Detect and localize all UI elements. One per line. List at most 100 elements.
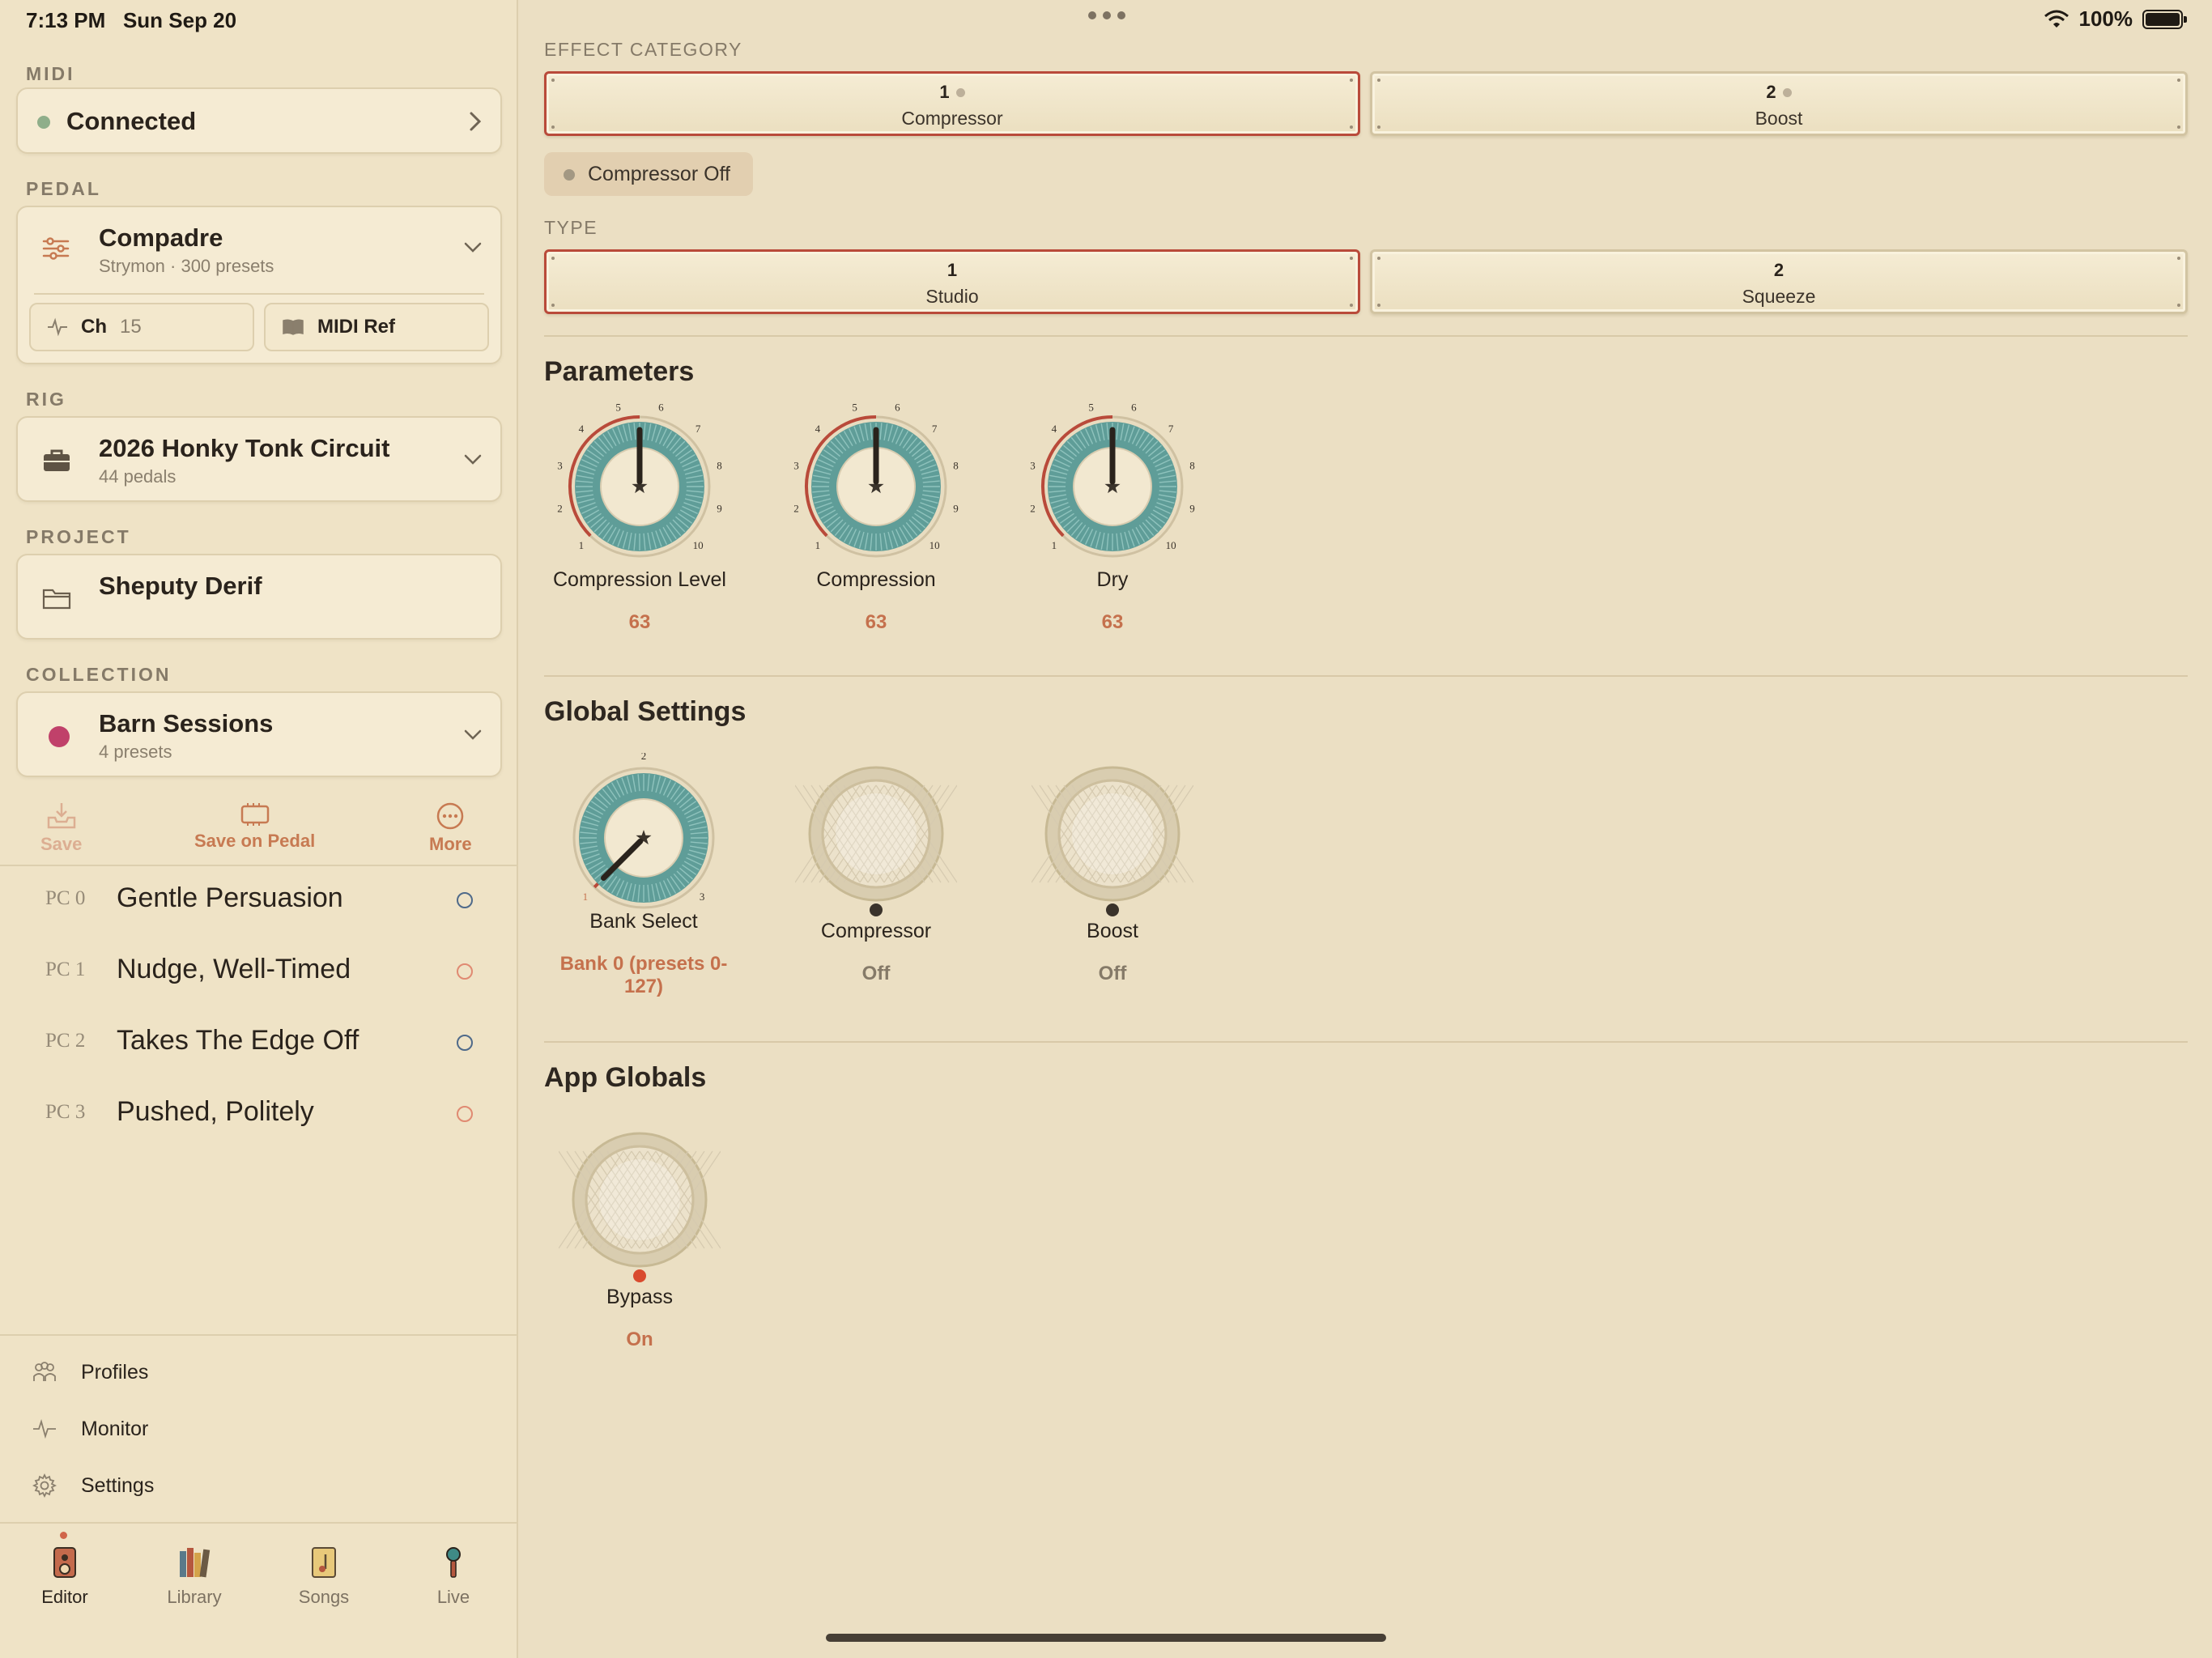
preset-row[interactable]: PC 0 Gentle Persuasion (0, 866, 518, 937)
battery-percent: 100% (2078, 6, 2133, 31)
status-led (633, 1269, 646, 1282)
boost-switch[interactable]: Boost Off (1015, 761, 1210, 985)
nav-profiles[interactable]: Profiles (32, 1360, 148, 1384)
battery-icon (2142, 9, 2187, 29)
footswitch[interactable] (1032, 761, 1193, 923)
knob-scale-label: 2 (793, 502, 799, 514)
preset-pc-number: PC 2 (45, 1030, 86, 1052)
knob-scale-label: 1 (579, 539, 585, 551)
chevron-right-icon (470, 112, 482, 131)
tab-songs[interactable]: Songs (275, 1546, 372, 1608)
switch-name: Bypass (606, 1286, 673, 1308)
bank-select-knob[interactable]: 1 2 3 Bank Select Bank 0 (presets 0-127) (542, 753, 745, 998)
multitasking-dots-icon[interactable] (1088, 11, 1125, 19)
bypass-switch[interactable]: Bypass On (542, 1127, 737, 1351)
knob-scale-label: 9 (1189, 502, 1195, 514)
preset-row[interactable]: PC 2 Takes The Edge Off (0, 1009, 518, 1080)
footswitch[interactable] (795, 761, 957, 923)
briefcase-icon (44, 449, 70, 471)
type-label: TYPE (544, 217, 598, 238)
compression-knob[interactable]: 1 2 3 4 5 6 7 8 9 10 Compression 63 (779, 402, 973, 634)
knob-scale-label: 5 (1088, 402, 1094, 413)
segment-number: 2 (1773, 260, 1784, 280)
tab-library[interactable]: Library (146, 1546, 243, 1608)
preset-status-ring (457, 963, 473, 980)
collection-section-label: COLLECTION (26, 664, 172, 685)
knob-scale-label: 10 (1166, 539, 1176, 551)
parameters-title: Parameters (544, 356, 695, 387)
switch-value: On (626, 1329, 653, 1350)
more-button[interactable]: More (429, 801, 472, 855)
rig-name: 2026 Honky Tonk Circuit (99, 434, 390, 462)
preset-pc-number: PC 1 (45, 959, 86, 980)
effect-category-label: EFFECT CATEGORY (544, 39, 742, 60)
collection-subtitle: 4 presets (99, 742, 172, 762)
more-label: More (429, 834, 472, 854)
tab-editor-label: Editor (41, 1587, 88, 1607)
pedal-name[interactable]: Compadre (99, 223, 223, 253)
nav-divider (0, 1334, 518, 1336)
footswitch[interactable] (559, 1127, 721, 1289)
segment-led (955, 88, 965, 97)
save-on-pedal-button[interactable]: Save on Pedal (194, 801, 315, 852)
midi-ref-button[interactable]: MIDI Ref (264, 303, 489, 351)
section-divider (544, 335, 2188, 337)
save-button[interactable]: Save (40, 801, 82, 855)
tab-library-label: Library (167, 1587, 222, 1607)
channel-label: Ch (81, 316, 107, 338)
knob-scale-label: 2 (1030, 502, 1036, 514)
knob-name: Compression Level (553, 568, 726, 591)
knob-dial[interactable]: 1 2 3 (559, 753, 729, 915)
knob-scale-label: 4 (815, 423, 821, 435)
app-globals-title: App Globals (544, 1062, 707, 1093)
knob-dial[interactable]: 1 2 3 4 5 6 7 8 9 10 (791, 402, 961, 563)
home-indicator[interactable] (826, 1634, 1386, 1642)
tab-editor[interactable]: Editor (16, 1546, 113, 1608)
knob-scale-label: 9 (953, 502, 959, 514)
collection-name: Barn Sessions (99, 709, 274, 738)
preset-row[interactable]: PC 1 Nudge, Well-Timed (0, 937, 518, 1009)
knob-scale-label: 3 (1030, 460, 1036, 472)
effect-status-chip[interactable]: Compressor Off (544, 152, 753, 196)
dry-knob[interactable]: 1 2 3 4 5 6 7 8 9 10 Dry 63 (1015, 402, 1210, 634)
knob-scale-label: 4 (579, 423, 585, 435)
collection-card[interactable]: Barn Sessions 4 presets (16, 691, 502, 777)
type-studio[interactable]: 1 Studio (544, 249, 1360, 314)
knob-scale-label: 3 (793, 460, 799, 472)
status-time: 7:13 PM Sun Sep 20 (26, 8, 237, 32)
knob-scale-label: 1 (815, 539, 821, 551)
knob-scale-label: 8 (953, 460, 959, 472)
effect-category-compressor[interactable]: 1 Compressor (544, 71, 1360, 136)
segment-led (1782, 88, 1792, 97)
folder-icon (42, 589, 71, 610)
knob-name: Compression (816, 568, 936, 591)
tab-live[interactable]: Live (405, 1546, 502, 1608)
connection-status-dot (37, 116, 50, 129)
tab-bar: Editor Library Songs Live (0, 1522, 518, 1658)
books-icon (180, 1548, 211, 1578)
knob-scale-label: 5 (852, 402, 857, 413)
knob-scale-label: 4 (1052, 423, 1057, 435)
project-card[interactable]: Sheputy Derif (16, 554, 502, 640)
compressor-switch[interactable]: Compressor Off (779, 761, 973, 985)
nav-monitor[interactable]: Monitor (32, 1417, 148, 1441)
preset-row[interactable]: PC 3 Pushed, Politely (0, 1080, 518, 1151)
knob-dial[interactable]: 1 2 3 4 5 6 7 8 9 10 (1027, 402, 1197, 563)
type-squeeze[interactable]: 2 Squeeze (1370, 249, 2188, 314)
rig-card[interactable]: 2026 Honky Tonk Circuit 44 pedals (16, 416, 502, 502)
knob-scale-label: 7 (932, 423, 938, 435)
channel-button[interactable]: Ch 15 (29, 303, 254, 351)
tray-download-icon (47, 803, 75, 829)
chevron-down-icon[interactable] (463, 241, 483, 254)
midi-connection-card[interactable]: Connected (16, 87, 502, 154)
switch-value: Off (861, 963, 891, 984)
knob-scale-label: 9 (717, 502, 722, 514)
status-led (870, 903, 883, 916)
pedal-subtitle: Strymon · 300 presets (99, 256, 274, 276)
nav-settings[interactable]: Settings (32, 1473, 154, 1498)
effect-category-boost[interactable]: 2 Boost (1370, 71, 2188, 136)
knob-scale-label: 2 (557, 502, 563, 514)
knob-dial[interactable]: 1 2 3 4 5 6 7 8 9 10 (555, 402, 725, 563)
compression-level-knob[interactable]: 1 2 3 4 5 6 7 8 9 10 Compression Level 63 (542, 402, 737, 634)
knob-scale-label: 10 (693, 539, 704, 551)
